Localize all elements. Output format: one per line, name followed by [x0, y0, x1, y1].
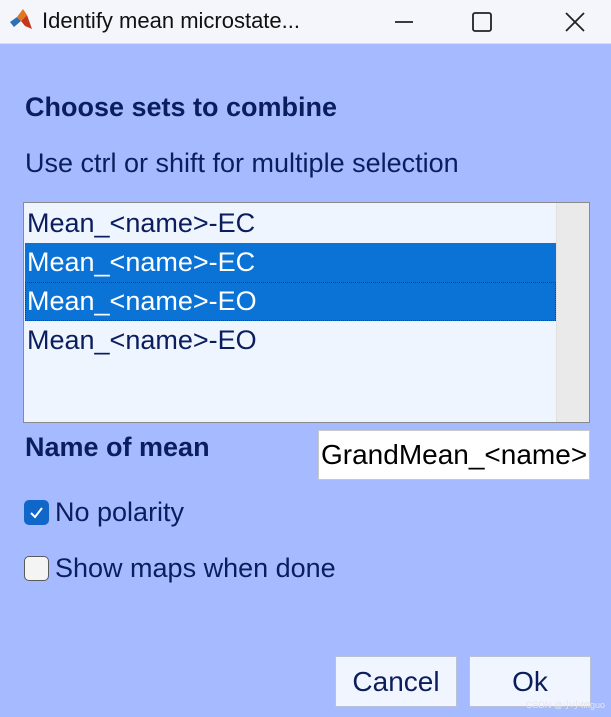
minimize-icon	[395, 21, 413, 23]
maximize-button[interactable]	[456, 0, 508, 44]
watermark-text: CSDN @小小fifiguo	[525, 700, 605, 710]
list-item[interactable]: Mean_<name>-EO	[25, 321, 556, 360]
window-title: Identify mean microstate...	[42, 8, 300, 33]
no-polarity-label: No polarity	[55, 496, 185, 527]
no-polarity-checkbox-row[interactable]: No polarity	[24, 495, 184, 529]
name-of-mean-input[interactable]	[318, 430, 590, 480]
list-item[interactable]: Mean_<name>-EC	[25, 204, 556, 243]
sets-listbox[interactable]: Mean_<name>-EC Mean_<name>-EC Mean_<name…	[23, 202, 590, 423]
selection-instruction: Use ctrl or shift for multiple selection	[25, 148, 459, 178]
matlab-logo-icon	[10, 9, 32, 29]
minimize-button[interactable]	[378, 0, 430, 44]
no-polarity-checkbox[interactable]	[24, 499, 49, 525]
listbox-scrollbar[interactable]	[556, 203, 589, 422]
show-maps-checkbox-row[interactable]: Show maps when done	[24, 551, 336, 585]
show-maps-label: Show maps when done	[55, 552, 336, 583]
title-bar: Identify mean microstate...	[0, 0, 611, 44]
maximize-icon	[472, 12, 492, 32]
name-of-mean-label: Name of mean	[25, 432, 210, 462]
show-maps-checkbox[interactable]	[24, 555, 49, 581]
list-item[interactable]: Mean_<name>-EC	[25, 243, 556, 282]
list-item[interactable]: Mean_<name>-EO	[25, 282, 556, 321]
close-button[interactable]	[549, 0, 601, 44]
dialog-heading: Choose sets to combine	[25, 92, 338, 122]
cancel-button[interactable]: Cancel	[335, 656, 457, 707]
close-icon	[565, 12, 585, 32]
checkmark-icon	[30, 506, 43, 519]
